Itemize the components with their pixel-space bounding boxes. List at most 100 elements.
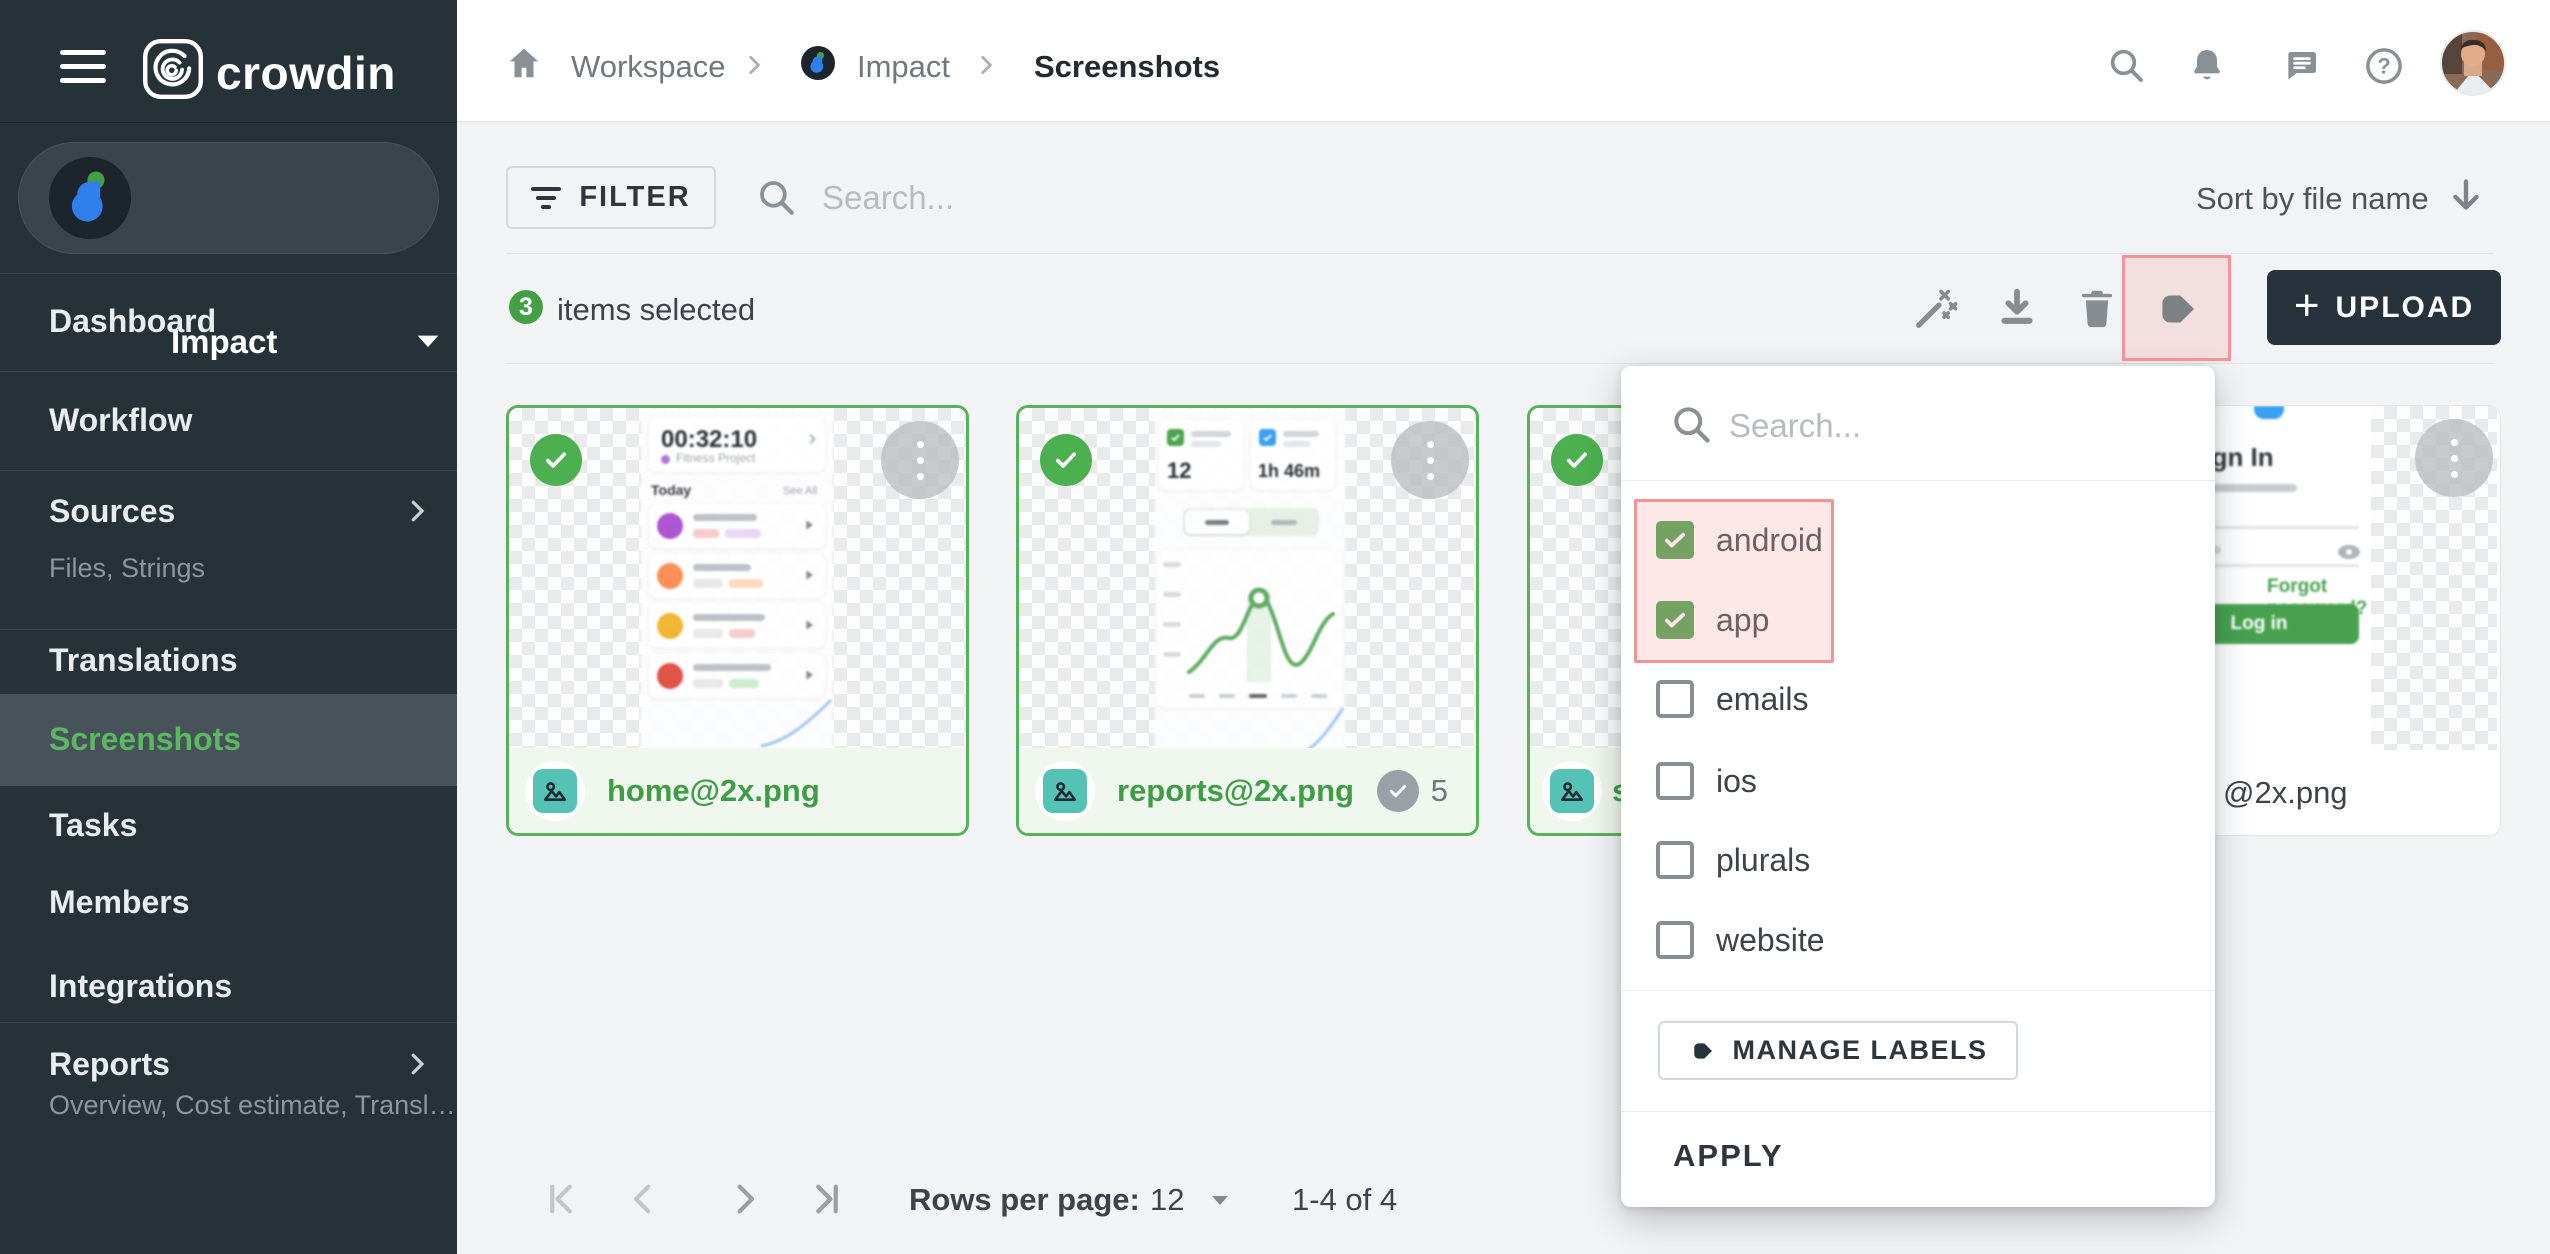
sort-by-label[interactable]: Sort by file name (2196, 181, 2429, 217)
label-option-text: plurals (1716, 842, 1810, 879)
help-icon[interactable]: ? (2363, 45, 2405, 87)
label-option-emails[interactable]: emails (1621, 659, 2215, 739)
breadcrumb-project-icon (801, 46, 835, 80)
chevron-right-icon (402, 1049, 432, 1079)
card-footer: reports@2x.png 5 (1019, 748, 1476, 833)
auto-tag-wand-icon[interactable] (1913, 285, 1959, 331)
mock-task-row (649, 604, 825, 648)
last-page-icon[interactable] (806, 1178, 848, 1220)
sidebar-item-tasks[interactable]: Tasks (49, 807, 137, 844)
checkbox-unchecked-icon[interactable] (1656, 680, 1694, 718)
mock-chart-fragment (1301, 704, 1345, 754)
filter-button[interactable]: FILTER (506, 166, 716, 229)
svg-text:?: ? (2377, 53, 2390, 78)
label-search-input[interactable] (1729, 396, 2169, 456)
sidebar-item-members[interactable]: Members (49, 884, 190, 921)
label-option-website[interactable]: website (1621, 900, 2215, 980)
mock-timer: 00:32:10 (661, 426, 757, 454)
mock-chart-card (1157, 550, 1343, 708)
tagged-strings-count: 5 (1431, 773, 1448, 809)
label-option-ios[interactable]: ios (1621, 741, 2215, 821)
checkbox-unchecked-icon[interactable] (1656, 762, 1694, 800)
top-header: Workspace Impact Screenshots ? (457, 0, 2550, 122)
breadcrumb-project[interactable]: Impact (857, 49, 950, 85)
sidebar-item-dashboard[interactable]: Dashboard (49, 303, 216, 340)
messages-icon[interactable] (2281, 45, 2323, 87)
previous-page-icon[interactable] (622, 1178, 664, 1220)
label-option-text: emails (1716, 681, 1808, 718)
checkbox-unchecked-icon[interactable] (1656, 841, 1694, 879)
project-selector[interactable]: Impact (18, 142, 439, 254)
mock-project-label: Fitness Project (676, 451, 755, 465)
home-icon[interactable] (505, 44, 543, 82)
sidebar-header: crowdin (0, 0, 457, 122)
manage-labels-label: MANAGE LABELS (1733, 1035, 1988, 1066)
screenshot-card-reports[interactable]: 12 1h 46m (1016, 405, 1479, 836)
search-icon (755, 176, 797, 218)
card-menu-button[interactable] (2415, 419, 2493, 497)
rows-per-page-label: Rows per page: (909, 1182, 1140, 1218)
crowdin-logo-text: crowdin (216, 46, 396, 100)
label-option-plurals[interactable]: plurals (1621, 820, 2215, 900)
selected-items-label: items selected (557, 292, 755, 328)
filter-icon (531, 182, 561, 214)
selected-check-icon[interactable] (1040, 434, 1092, 486)
user-avatar[interactable] (2440, 30, 2506, 96)
sidebar-item-integrations[interactable]: Integrations (49, 968, 232, 1005)
sort-direction-arrow-icon[interactable] (2443, 173, 2489, 219)
label-button-highlight (2122, 255, 2231, 361)
selected-check-icon[interactable] (1551, 434, 1603, 486)
eye-icon (2337, 544, 2361, 560)
search-icon[interactable] (2106, 45, 2146, 85)
upload-button[interactable]: + UPLOAD (2267, 270, 2501, 345)
mock-task-row (649, 554, 825, 598)
hamburger-menu-icon[interactable] (60, 50, 106, 83)
mock-stat-completed: 12 (1167, 458, 1191, 484)
screenshot-card-home[interactable]: 00:32:10 Fitness Project Today See All (506, 405, 969, 836)
sidebar-item-workflow[interactable]: Workflow (49, 402, 192, 439)
card-menu-button[interactable] (1391, 421, 1469, 499)
screenshots-search-input[interactable] (822, 170, 1342, 226)
mock-stat-duration: 1h 46m (1258, 461, 1320, 482)
sidebar-item-sources-sub: Files, Strings (49, 553, 205, 584)
manage-labels-button[interactable]: MANAGE LABELS (1658, 1021, 2018, 1080)
apply-button[interactable]: APPLY (1673, 1138, 1784, 1174)
search-icon (1669, 402, 1713, 446)
mock-section-label: Today (651, 482, 691, 498)
plus-icon: + (2294, 284, 2320, 328)
image-file-icon (1035, 761, 1095, 821)
image-file-icon (525, 761, 585, 821)
sidebar-item-screenshots[interactable]: Screenshots (49, 721, 241, 758)
sidebar: crowdin Impact Dashboard Workflow Source… (0, 0, 457, 1254)
sidebar-item-sources[interactable]: Sources (49, 493, 175, 530)
pagination-range: 1-4 of 4 (1292, 1182, 1397, 1218)
screenshot-filename[interactable]: reports@2x.png (1117, 773, 1354, 809)
caret-down-icon[interactable] (1210, 1194, 1230, 1208)
selected-check-icon[interactable] (530, 434, 582, 486)
crowdin-logo-icon (142, 38, 204, 100)
screenshot-filename[interactable]: @2x.png (2223, 775, 2348, 811)
breadcrumb-workspace[interactable]: Workspace (571, 49, 726, 85)
notifications-bell-icon[interactable] (2187, 45, 2227, 85)
mock-see-all: See All (783, 485, 817, 497)
rows-per-page-value[interactable]: 12 (1150, 1182, 1184, 1218)
label-tag-icon[interactable] (2153, 286, 2203, 332)
first-page-icon[interactable] (540, 1178, 582, 1220)
project-avatar (49, 157, 131, 239)
filter-button-label: FILTER (579, 181, 690, 214)
screenshot-filename[interactable]: home@2x.png (607, 773, 820, 809)
screenshot-preview-home: 00:32:10 Fitness Project Today See All (641, 408, 833, 754)
card-menu-button[interactable] (881, 421, 959, 499)
label-dropdown: android app emails ios plurals website M… (1621, 366, 2215, 1207)
mock-toggle (1183, 508, 1319, 536)
mock-chart-fragment (759, 694, 833, 750)
download-icon[interactable] (1994, 285, 2040, 331)
checkbox-unchecked-icon[interactable] (1656, 921, 1694, 959)
sidebar-item-reports[interactable]: Reports (49, 1046, 170, 1083)
delete-trash-icon[interactable] (2074, 285, 2120, 331)
next-page-icon[interactable] (724, 1178, 766, 1220)
image-file-icon (1542, 761, 1602, 821)
sidebar-item-translations[interactable]: Translations (49, 642, 238, 679)
card-footer: home@2x.png (509, 748, 966, 833)
label-tag-icon (1689, 1038, 1717, 1064)
